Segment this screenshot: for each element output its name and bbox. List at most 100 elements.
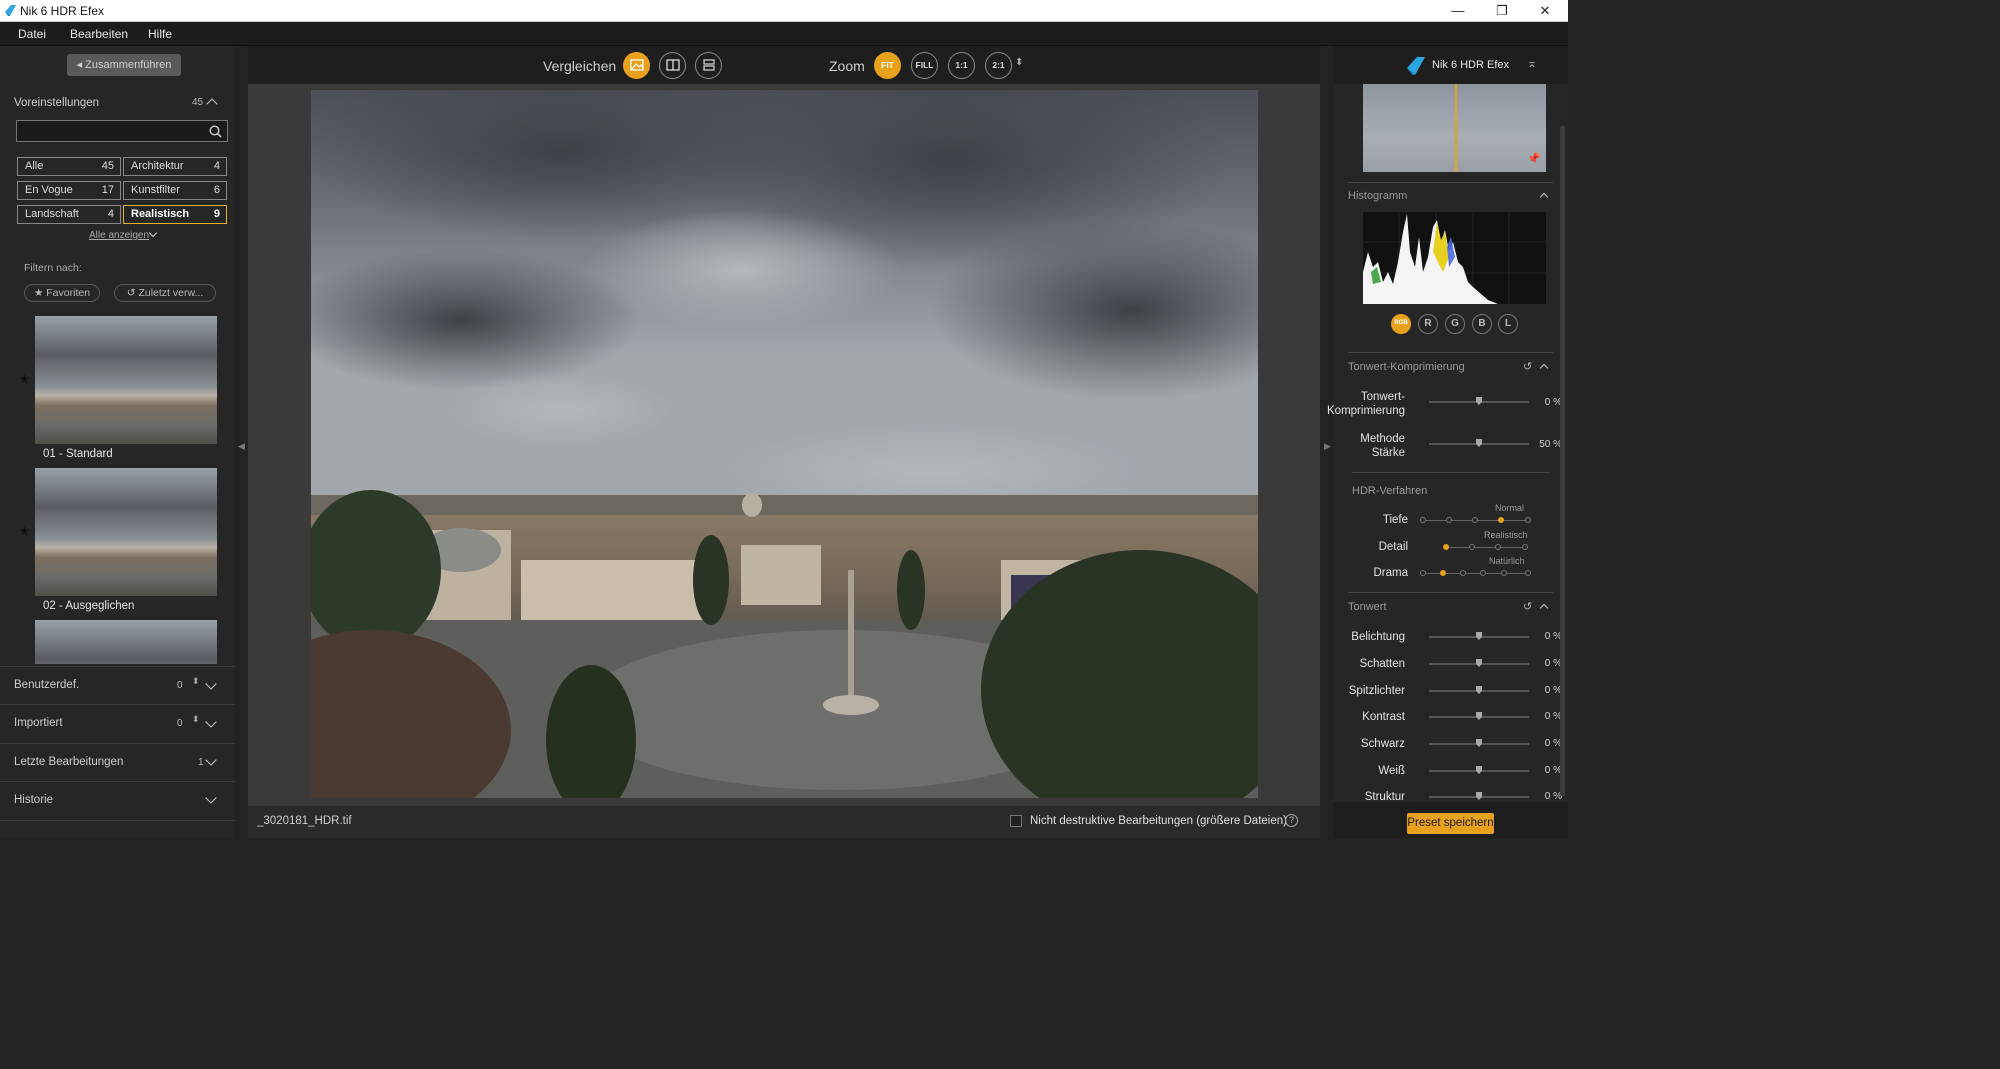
nondestructive-checkbox[interactable] bbox=[1010, 815, 1022, 827]
slider-stop-active[interactable] bbox=[1440, 570, 1446, 576]
section-importiert[interactable]: Importiert bbox=[14, 717, 63, 729]
slider-handle[interactable] bbox=[1476, 686, 1482, 694]
chevron-down-icon[interactable] bbox=[205, 792, 217, 804]
show-all-link[interactable]: Alle anzeigen bbox=[89, 230, 149, 241]
slider-stop[interactable] bbox=[1472, 517, 1478, 523]
status-bar: _3020181_HDR.tif Nicht destruktive Bearb… bbox=[248, 806, 1320, 838]
exposure-slider[interactable] bbox=[1429, 632, 1529, 640]
whites-slider[interactable] bbox=[1429, 766, 1529, 774]
collapse-all-icon[interactable]: ⌅ bbox=[1527, 56, 1537, 70]
zoom-2-1-button[interactable]: 2:1 bbox=[985, 52, 1012, 79]
slider-stop[interactable] bbox=[1446, 517, 1452, 523]
zoom-stepper-icon[interactable]: ⬍ bbox=[1015, 57, 1023, 68]
chevron-down-icon[interactable] bbox=[148, 228, 158, 238]
channel-b-button[interactable]: B bbox=[1472, 314, 1492, 334]
preset-search-input[interactable] bbox=[16, 120, 228, 142]
category-kunstfilter[interactable]: Kunstfilter 6 bbox=[123, 181, 227, 200]
slider-handle[interactable] bbox=[1476, 766, 1482, 774]
detail-slider[interactable] bbox=[1443, 544, 1528, 550]
slider-stop[interactable] bbox=[1420, 570, 1426, 576]
slider-handle[interactable] bbox=[1476, 739, 1482, 747]
channel-r-button[interactable]: R bbox=[1418, 314, 1438, 334]
merge-button[interactable]: ◂ Zusammenführen bbox=[67, 54, 181, 76]
zoom-fill-button[interactable]: FILL bbox=[911, 52, 938, 79]
preset-thumbnail[interactable] bbox=[35, 620, 217, 664]
pin-icon[interactable]: 📌 bbox=[1527, 152, 1541, 165]
method-strength-slider[interactable] bbox=[1429, 439, 1529, 447]
compare-split-view-button[interactable] bbox=[659, 52, 686, 79]
category-alle[interactable]: Alle 45 bbox=[17, 157, 121, 176]
preset-thumbnail[interactable] bbox=[35, 468, 217, 596]
reset-icon[interactable]: ↺ bbox=[1523, 360, 1535, 373]
category-en-vogue[interactable]: En Vogue 17 bbox=[17, 181, 121, 200]
slider-stop[interactable] bbox=[1460, 570, 1466, 576]
slider-stop[interactable] bbox=[1522, 544, 1528, 550]
star-icon[interactable]: ★ bbox=[19, 524, 30, 538]
chevron-up-icon[interactable] bbox=[1539, 192, 1549, 202]
slider-handle[interactable] bbox=[1476, 659, 1482, 667]
chevron-down-icon[interactable] bbox=[205, 754, 217, 766]
zoom-1-1-button[interactable]: 1:1 bbox=[948, 52, 975, 79]
blacks-slider[interactable] bbox=[1429, 739, 1529, 747]
menu-datei[interactable]: Datei bbox=[18, 27, 46, 41]
recent-filter[interactable]: ↺ Zuletzt verw... bbox=[114, 284, 216, 302]
navigator-split-line[interactable] bbox=[1455, 84, 1457, 172]
channel-rgb-button[interactable]: RGB bbox=[1391, 314, 1411, 334]
slider-stop[interactable] bbox=[1469, 544, 1475, 550]
preset-thumbnail[interactable] bbox=[35, 316, 217, 444]
structure-slider[interactable] bbox=[1429, 792, 1529, 800]
depth-slider[interactable] bbox=[1420, 517, 1531, 523]
section-historie[interactable]: Historie bbox=[14, 794, 53, 806]
section-benutzerdef[interactable]: Benutzerdef. bbox=[14, 679, 79, 691]
chevron-up-icon[interactable] bbox=[1539, 603, 1549, 613]
slider-stop[interactable] bbox=[1501, 570, 1507, 576]
chevron-up-icon[interactable] bbox=[1539, 363, 1549, 373]
zoom-fit-button[interactable]: FIT bbox=[874, 52, 901, 79]
slider-stop[interactable] bbox=[1420, 517, 1426, 523]
section-letzte-bearbeitungen[interactable]: Letzte Bearbeitungen bbox=[14, 756, 123, 768]
menu-bearbeiten[interactable]: Bearbeiten bbox=[70, 27, 128, 41]
category-landschaft[interactable]: Landschaft 4 bbox=[17, 205, 121, 224]
channel-g-button[interactable]: G bbox=[1445, 314, 1465, 334]
star-icon[interactable]: ★ bbox=[19, 372, 30, 386]
highlights-slider[interactable] bbox=[1429, 686, 1529, 694]
menu-hilfe[interactable]: Hilfe bbox=[148, 27, 172, 41]
sort-arrows-icon[interactable]: ⬍ bbox=[192, 676, 200, 687]
chevron-down-icon[interactable] bbox=[205, 678, 217, 690]
preview-photo[interactable] bbox=[311, 90, 1258, 798]
contrast-slider[interactable] bbox=[1429, 712, 1529, 720]
restore-button[interactable]: ❐ bbox=[1480, 0, 1524, 22]
compare-side-by-side-button[interactable] bbox=[695, 52, 722, 79]
close-button[interactable]: ✕ bbox=[1523, 0, 1567, 22]
channel-l-button[interactable]: L bbox=[1498, 314, 1518, 334]
panel-scrollbar[interactable] bbox=[1560, 126, 1565, 796]
category-realistisch[interactable]: Realistisch 9 bbox=[123, 205, 227, 224]
slider-handle[interactable] bbox=[1476, 439, 1482, 447]
hdr-row: Realistisch Detail bbox=[1333, 530, 1568, 560]
chevron-up-icon[interactable] bbox=[206, 98, 218, 110]
slider-handle[interactable] bbox=[1476, 632, 1482, 640]
slider-stop[interactable] bbox=[1495, 544, 1501, 550]
collapse-left-panel-icon[interactable]: ◀ bbox=[237, 436, 246, 456]
minimize-button[interactable]: — bbox=[1436, 0, 1480, 22]
shadows-slider[interactable] bbox=[1429, 659, 1529, 667]
slider-handle[interactable] bbox=[1476, 792, 1482, 800]
slider-stop-active[interactable] bbox=[1498, 517, 1504, 523]
favorites-filter[interactable]: ★ Favoriten bbox=[24, 284, 100, 302]
slider-stop[interactable] bbox=[1480, 570, 1486, 576]
slider-handle[interactable] bbox=[1476, 397, 1482, 405]
slider-stop-active[interactable] bbox=[1443, 544, 1449, 550]
slider-stop[interactable] bbox=[1525, 570, 1531, 576]
chevron-down-icon[interactable] bbox=[205, 716, 217, 728]
save-preset-button[interactable]: Preset speichern bbox=[1407, 813, 1494, 834]
slider-handle[interactable] bbox=[1476, 712, 1482, 720]
reset-icon[interactable]: ↺ bbox=[1523, 600, 1535, 613]
nondestructive-label[interactable]: Nicht destruktive Bearbeitungen (größere… bbox=[1030, 815, 1287, 827]
sort-arrows-icon[interactable]: ⬍ bbox=[192, 714, 200, 725]
compare-single-view-button[interactable] bbox=[623, 52, 650, 79]
help-icon[interactable]: ? bbox=[1285, 814, 1298, 827]
drama-slider[interactable] bbox=[1420, 570, 1531, 576]
slider-stop[interactable] bbox=[1525, 517, 1531, 523]
tone-compression-slider[interactable] bbox=[1429, 397, 1529, 405]
category-architektur[interactable]: Architektur 4 bbox=[123, 157, 227, 176]
